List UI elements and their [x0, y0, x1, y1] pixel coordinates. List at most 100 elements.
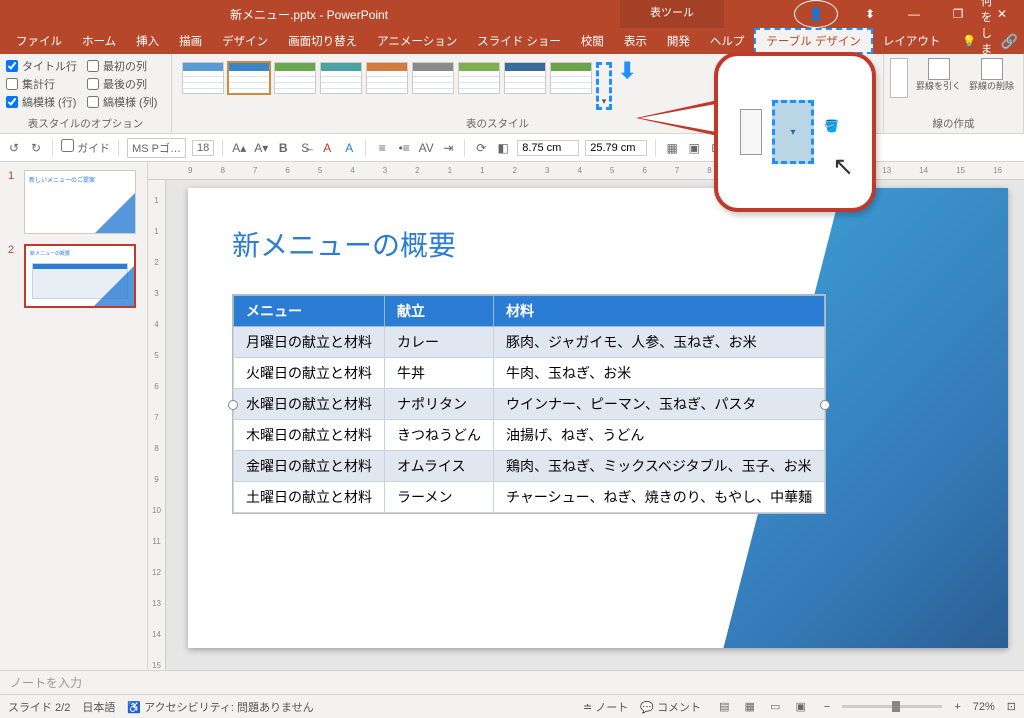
table-row[interactable]: 木曜日の献立と材料きつねうどん油揚げ、ねぎ、うどん: [234, 420, 825, 451]
tab-insert[interactable]: 挿入: [126, 28, 169, 54]
table-row[interactable]: 土曜日の献立と材料ラーメンチャーシュー、ねぎ、焼きのり、もやし、中華麺: [234, 482, 825, 513]
table-cell[interactable]: きつねうどん: [385, 420, 494, 451]
table-style-3[interactable]: [274, 62, 316, 94]
crop-icon[interactable]: ◧: [495, 140, 511, 156]
slide-thumb-1[interactable]: 1 新しいメニューのご提案: [8, 170, 139, 234]
table-style-7[interactable]: [458, 62, 500, 94]
zoom-slider[interactable]: [842, 705, 942, 708]
tab-design[interactable]: デザイン: [212, 28, 278, 54]
share-button[interactable]: 🔗: [1001, 33, 1018, 50]
table-style-4[interactable]: [320, 62, 362, 94]
table-row[interactable]: 火曜日の献立と材料牛丼牛肉、玉ねぎ、お米: [234, 358, 825, 389]
strikethrough-icon[interactable]: S̶: [297, 140, 313, 156]
slide-title[interactable]: 新メニューの概要: [188, 188, 1008, 280]
table-cell[interactable]: カレー: [385, 327, 494, 358]
table-cell[interactable]: 豚肉、ジャガイモ、人参、玉ねぎ、お米: [494, 327, 825, 358]
table-cell[interactable]: 牛肉、玉ねぎ、お米: [494, 358, 825, 389]
opt-first-col[interactable]: 最初の列: [87, 58, 157, 74]
th-dish[interactable]: 献立: [385, 296, 494, 327]
text-highlight-icon[interactable]: A: [341, 140, 357, 156]
zoom-in-icon[interactable]: +: [954, 701, 960, 713]
slide[interactable]: 新メニューの概要 メニュー 献立 材料 月曜日の献立と材料カレー豚肉、ジャガイモ…: [188, 188, 1008, 648]
group-icon[interactable]: ▣: [686, 140, 702, 156]
table-cell[interactable]: チャーシュー、ねぎ、焼きのり、もやし、中華麺: [494, 482, 825, 513]
table-cell[interactable]: 火曜日の献立と材料: [234, 358, 385, 389]
bold-icon[interactable]: B: [275, 140, 291, 156]
table-cell[interactable]: 土曜日の献立と材料: [234, 482, 385, 513]
table-cell[interactable]: ナポリタン: [385, 389, 494, 420]
tab-help[interactable]: ヘルプ: [700, 28, 755, 54]
minimize-button[interactable]: —: [892, 0, 936, 28]
opt-total-row[interactable]: 集計行: [6, 76, 77, 92]
rotate-icon[interactable]: ⟳: [473, 140, 489, 156]
opt-banded-cols[interactable]: 縞模様 (列): [87, 94, 157, 110]
opt-banded-rows[interactable]: 縞模様 (行): [6, 94, 77, 110]
table-cell[interactable]: ウインナー、ピーマン、玉ねぎ、パスタ: [494, 389, 825, 420]
table-style-8[interactable]: [504, 62, 546, 94]
guide-checkbox[interactable]: ガイド: [61, 139, 110, 156]
table-cell[interactable]: 水曜日の献立と材料: [234, 389, 385, 420]
th-ingredients[interactable]: 材料: [494, 296, 825, 327]
bullets-icon[interactable]: •≡: [396, 140, 412, 156]
shape-height[interactable]: [517, 140, 579, 156]
tab-home[interactable]: ホーム: [72, 28, 126, 54]
table-cell[interactable]: 油揚げ、ねぎ、うどん: [494, 420, 825, 451]
table-cell[interactable]: 木曜日の献立と材料: [234, 420, 385, 451]
tab-review[interactable]: 校閲: [571, 28, 614, 54]
account-icon[interactable]: 👤: [794, 0, 838, 28]
line-spacing-icon[interactable]: AV: [418, 140, 434, 156]
reading-view-icon[interactable]: ▭: [764, 701, 786, 713]
shape-width[interactable]: [585, 140, 647, 156]
slide-thumb-2[interactable]: 2 新メニューの概要: [8, 244, 139, 308]
tab-table-design[interactable]: テーブル デザイン: [754, 28, 873, 54]
table-cell[interactable]: 牛丼: [385, 358, 494, 389]
sorter-view-icon[interactable]: ▦: [739, 701, 761, 713]
font-color-icon[interactable]: A: [319, 140, 335, 156]
tab-developer[interactable]: 開発: [657, 28, 700, 54]
opt-last-col[interactable]: 最後の列: [87, 76, 157, 92]
table-cell[interactable]: 鶏肉、玉ねぎ、ミックスベジタブル、玉子、お米: [494, 451, 825, 482]
opt-header-row[interactable]: タイトル行: [6, 58, 77, 74]
th-menu[interactable]: メニュー: [234, 296, 385, 327]
zoom-level[interactable]: 72%: [973, 701, 995, 713]
fit-window-icon[interactable]: ⊡: [1007, 700, 1016, 713]
indent-icon[interactable]: ⇥: [440, 140, 456, 156]
table-selection[interactable]: メニュー 献立 材料 月曜日の献立と材料カレー豚肉、ジャガイモ、人参、玉ねぎ、お…: [232, 294, 826, 514]
notes-pane[interactable]: ノートを入力: [0, 670, 1024, 694]
draw-table-button[interactable]: 罫線を引く: [916, 58, 961, 91]
table-cell[interactable]: ラーメン: [385, 482, 494, 513]
table-row[interactable]: 金曜日の献立と材料オムライス鶏肉、玉ねぎ、ミックスベジタブル、玉子、お米: [234, 451, 825, 482]
pen-style-icon[interactable]: [890, 58, 908, 98]
increase-font-icon[interactable]: A▴: [231, 140, 247, 156]
qat-redo-icon[interactable]: ↻: [28, 140, 44, 156]
ribbon-display-options[interactable]: ⬍: [848, 0, 892, 28]
tab-transitions[interactable]: 画面切り替え: [278, 28, 367, 54]
table-cell[interactable]: 月曜日の献立と材料: [234, 327, 385, 358]
table-row[interactable]: 月曜日の献立と材料カレー豚肉、ジャガイモ、人参、玉ねぎ、お米: [234, 327, 825, 358]
normal-view-icon[interactable]: ▤: [713, 701, 735, 713]
table-style-2[interactable]: [228, 62, 270, 94]
table-style-5[interactable]: [366, 62, 408, 94]
table-style-6[interactable]: [412, 62, 454, 94]
decrease-font-icon[interactable]: A▾: [253, 140, 269, 156]
tab-slideshow[interactable]: スライド ショー: [467, 28, 571, 54]
table-style-9[interactable]: [550, 62, 592, 94]
table-style-1[interactable]: [182, 62, 224, 94]
zoom-out-icon[interactable]: −: [824, 701, 830, 713]
slideshow-view-icon[interactable]: ▣: [789, 701, 811, 713]
align-left-icon[interactable]: ≡: [374, 140, 390, 156]
table-cell[interactable]: オムライス: [385, 451, 494, 482]
font-size[interactable]: 18: [192, 140, 214, 156]
font-name[interactable]: MS Pゴ…: [127, 138, 186, 158]
tab-layout[interactable]: レイアウト: [873, 28, 951, 54]
menu-table[interactable]: メニュー 献立 材料 月曜日の献立と材料カレー豚肉、ジャガイモ、人参、玉ねぎ、お…: [233, 295, 825, 513]
tab-view[interactable]: 表示: [614, 28, 657, 54]
qat-undo-icon[interactable]: ↺: [6, 140, 22, 156]
tab-file[interactable]: ファイル: [6, 28, 72, 54]
arrange-icon[interactable]: ▦: [664, 140, 680, 156]
table-row[interactable]: 水曜日の献立と材料ナポリタンウインナー、ピーマン、玉ねぎ、パスタ: [234, 389, 825, 420]
callout-scroll-up[interactable]: [740, 109, 762, 155]
tab-animations[interactable]: アニメーション: [367, 28, 467, 54]
callout-more-button[interactable]: ▾: [772, 100, 814, 164]
tab-draw[interactable]: 描画: [169, 28, 212, 54]
